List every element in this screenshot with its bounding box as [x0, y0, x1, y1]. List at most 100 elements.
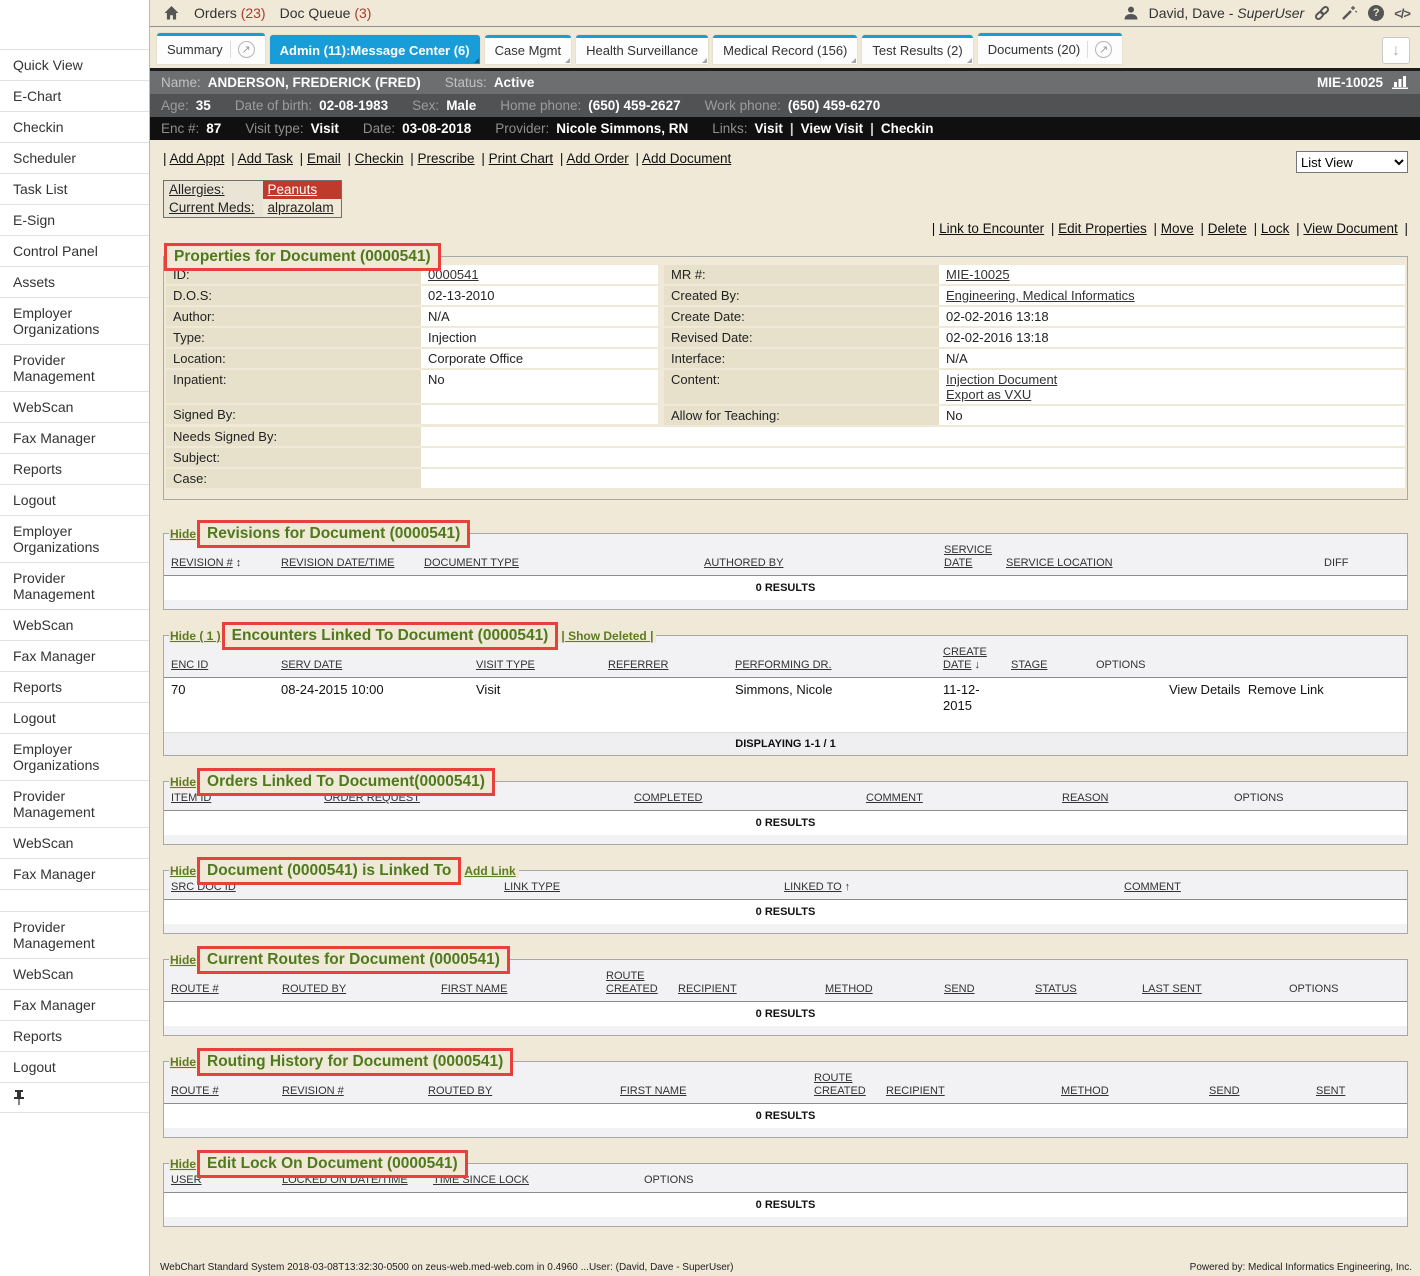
sidebar-item-fax-manager[interactable]: Fax Manager — [0, 990, 149, 1021]
wand-icon[interactable] — [1340, 4, 1358, 22]
sidebar-item-reports[interactable]: Reports — [0, 454, 149, 485]
sidebar-item-webscan[interactable]: WebScan — [0, 392, 149, 423]
edit-properties-link[interactable]: Edit Properties — [1058, 221, 1147, 236]
sidebar-item-employer-organizations[interactable]: Employer Organizations — [0, 734, 149, 781]
hide-link[interactable]: Hide — [169, 1055, 197, 1069]
sidebar-item-reports[interactable]: Reports — [0, 672, 149, 703]
column-header[interactable]: LINK TYPE — [497, 881, 777, 894]
med-alprazolam[interactable]: alprazolam — [268, 200, 334, 215]
sidebar-item-logout[interactable]: Logout — [0, 485, 149, 516]
lock-link[interactable]: Lock — [1261, 221, 1290, 236]
tab-case-mgmt[interactable]: Case Mgmt — [485, 35, 571, 64]
home-icon[interactable] — [162, 4, 180, 22]
view-visit-link[interactable]: View Visit — [801, 121, 864, 136]
tab-medical-record[interactable]: Medical Record (156) — [713, 35, 857, 64]
column-header[interactable]: ROUTE CREATED — [599, 970, 671, 996]
tab-documents[interactable]: Documents (20) ↗ — [978, 33, 1122, 64]
hide-link[interactable]: Hide — [169, 1157, 197, 1171]
column-header[interactable]: ROUTE # — [164, 1085, 275, 1098]
sidebar-item-assets[interactable]: Assets — [0, 267, 149, 298]
column-header[interactable]: SEND — [937, 983, 1028, 996]
tab-health-surveillance[interactable]: Health Surveillance — [576, 35, 708, 64]
hide-link[interactable]: Hide — [169, 864, 197, 878]
column-header[interactable]: COMPLETED — [627, 792, 859, 805]
column-header[interactable]: COMMENT — [1117, 881, 1407, 894]
doc-queue-link[interactable]: Doc Queue (3) — [280, 5, 372, 21]
sidebar-item-provider-management[interactable]: Provider Management — [0, 563, 149, 610]
popout-icon[interactable]: ↗ — [238, 41, 255, 58]
column-header[interactable]: REFERRER — [601, 659, 728, 672]
sidebar-item-employer-organizations[interactable]: Employer Organizations — [0, 516, 149, 563]
add-appt-link[interactable]: Add Appt — [170, 151, 225, 166]
created-by-link[interactable]: Engineering, Medical Informatics — [946, 288, 1135, 303]
export-vxu-link[interactable]: Export as VXU — [946, 387, 1031, 402]
tab-admin-message-center[interactable]: Admin (11):Message Center (6) — [270, 35, 480, 64]
sidebar-item-fax-manager[interactable]: Fax Manager — [0, 423, 149, 454]
sidebar-item-employer-organizations[interactable]: Employer Organizations — [0, 298, 149, 345]
hide-link[interactable]: Hide — [169, 527, 197, 541]
column-header[interactable]: STAGE — [1004, 659, 1089, 672]
column-header[interactable]: SERVICE LOCATION — [999, 557, 1284, 570]
column-header[interactable]: REASON — [1055, 792, 1227, 805]
view-document-link[interactable]: View Document — [1303, 221, 1397, 236]
sidebar-item-quick-view[interactable]: Quick View — [0, 50, 149, 81]
column-header[interactable]: REVISION #↕ — [164, 557, 274, 570]
sidebar-item-logout[interactable]: Logout — [0, 1052, 149, 1083]
column-header[interactable]: ENC ID — [164, 659, 274, 672]
tab-summary[interactable]: Summary ↗ — [157, 33, 265, 64]
column-header[interactable]: ROUTE # — [164, 983, 275, 996]
hide-link[interactable]: Hide ( 1 ) — [169, 629, 222, 643]
column-header[interactable]: PERFORMING DR. — [728, 659, 936, 672]
sidebar-item-checkin[interactable]: Checkin — [0, 112, 149, 143]
column-header[interactable]: AUTHORED BY — [697, 557, 937, 570]
link-icon[interactable] — [1313, 4, 1331, 22]
view-details-action[interactable]: View Details — [1169, 682, 1240, 697]
mrn-link[interactable]: MIE-10025 — [946, 267, 1010, 282]
column-header[interactable]: ROUTED BY — [421, 1085, 613, 1098]
column-header[interactable]: RECIPIENT — [879, 1085, 1054, 1098]
column-header[interactable]: DOCUMENT TYPE — [417, 557, 697, 570]
add-document-link[interactable]: Add Document — [642, 151, 731, 166]
code-icon[interactable]: </> — [1394, 6, 1410, 21]
sidebar-item-webscan[interactable]: WebScan — [0, 959, 149, 990]
sidebar-item-provider-management[interactable]: Provider Management — [0, 912, 149, 959]
sidebar-item-fax-manager[interactable]: Fax Manager — [0, 641, 149, 672]
sidebar-item-provider-management[interactable]: Provider Management — [0, 781, 149, 828]
allergies-label[interactable]: Allergies: — [164, 181, 263, 199]
add-order-link[interactable]: Add Order — [566, 151, 628, 166]
column-header[interactable]: FIRST NAME — [613, 1085, 807, 1098]
column-header[interactable]: ROUTED BY — [275, 983, 434, 996]
column-header[interactable]: SERV DATE — [274, 659, 469, 672]
column-header[interactable]: FIRST NAME — [434, 983, 599, 996]
sidebar-item-webscan[interactable]: WebScan — [0, 610, 149, 641]
view-select[interactable]: List View — [1296, 151, 1408, 173]
column-header[interactable]: COMMENT — [859, 792, 1055, 805]
prescribe-link[interactable]: Prescribe — [418, 151, 475, 166]
column-header[interactable]: SENT — [1309, 1085, 1407, 1098]
sidebar-item-control-panel[interactable]: Control Panel — [0, 236, 149, 267]
sidebar-item-e-chart[interactable]: E-Chart — [0, 81, 149, 112]
sidebar-item-scheduler[interactable]: Scheduler — [0, 143, 149, 174]
column-header[interactable]: VISIT TYPE — [469, 659, 601, 672]
column-header[interactable]: REVISION # — [275, 1085, 421, 1098]
pin-icon[interactable] — [0, 1083, 149, 1113]
move-link[interactable]: Move — [1161, 221, 1194, 236]
help-icon[interactable]: ? — [1367, 4, 1385, 22]
remove-link-action[interactable]: Remove Link — [1248, 682, 1324, 697]
chart-icon[interactable] — [1391, 75, 1409, 90]
print-chart-link[interactable]: Print Chart — [489, 151, 554, 166]
column-header[interactable]: LAST SENT — [1135, 983, 1282, 996]
checkin-link[interactable]: Checkin — [881, 121, 934, 136]
tab-scroll-down-button[interactable]: ↓ — [1382, 37, 1410, 64]
delete-link[interactable]: Delete — [1208, 221, 1247, 236]
column-header[interactable]: METHOD — [1054, 1085, 1202, 1098]
column-header[interactable]: STATUS — [1028, 983, 1135, 996]
sidebar-item-logout[interactable]: Logout — [0, 703, 149, 734]
sidebar-item-task-list[interactable]: Task List — [0, 174, 149, 205]
current-meds-label[interactable]: Current Meds: — [164, 199, 263, 217]
add-task-link[interactable]: Add Task — [238, 151, 293, 166]
allergy-peanuts[interactable]: Peanuts — [263, 181, 341, 199]
column-header[interactable]: ROUTE CREATED — [807, 1072, 879, 1098]
sidebar-item-fax-manager[interactable]: Fax Manager — [0, 859, 149, 890]
add-link-link[interactable]: Add Link — [461, 864, 518, 878]
